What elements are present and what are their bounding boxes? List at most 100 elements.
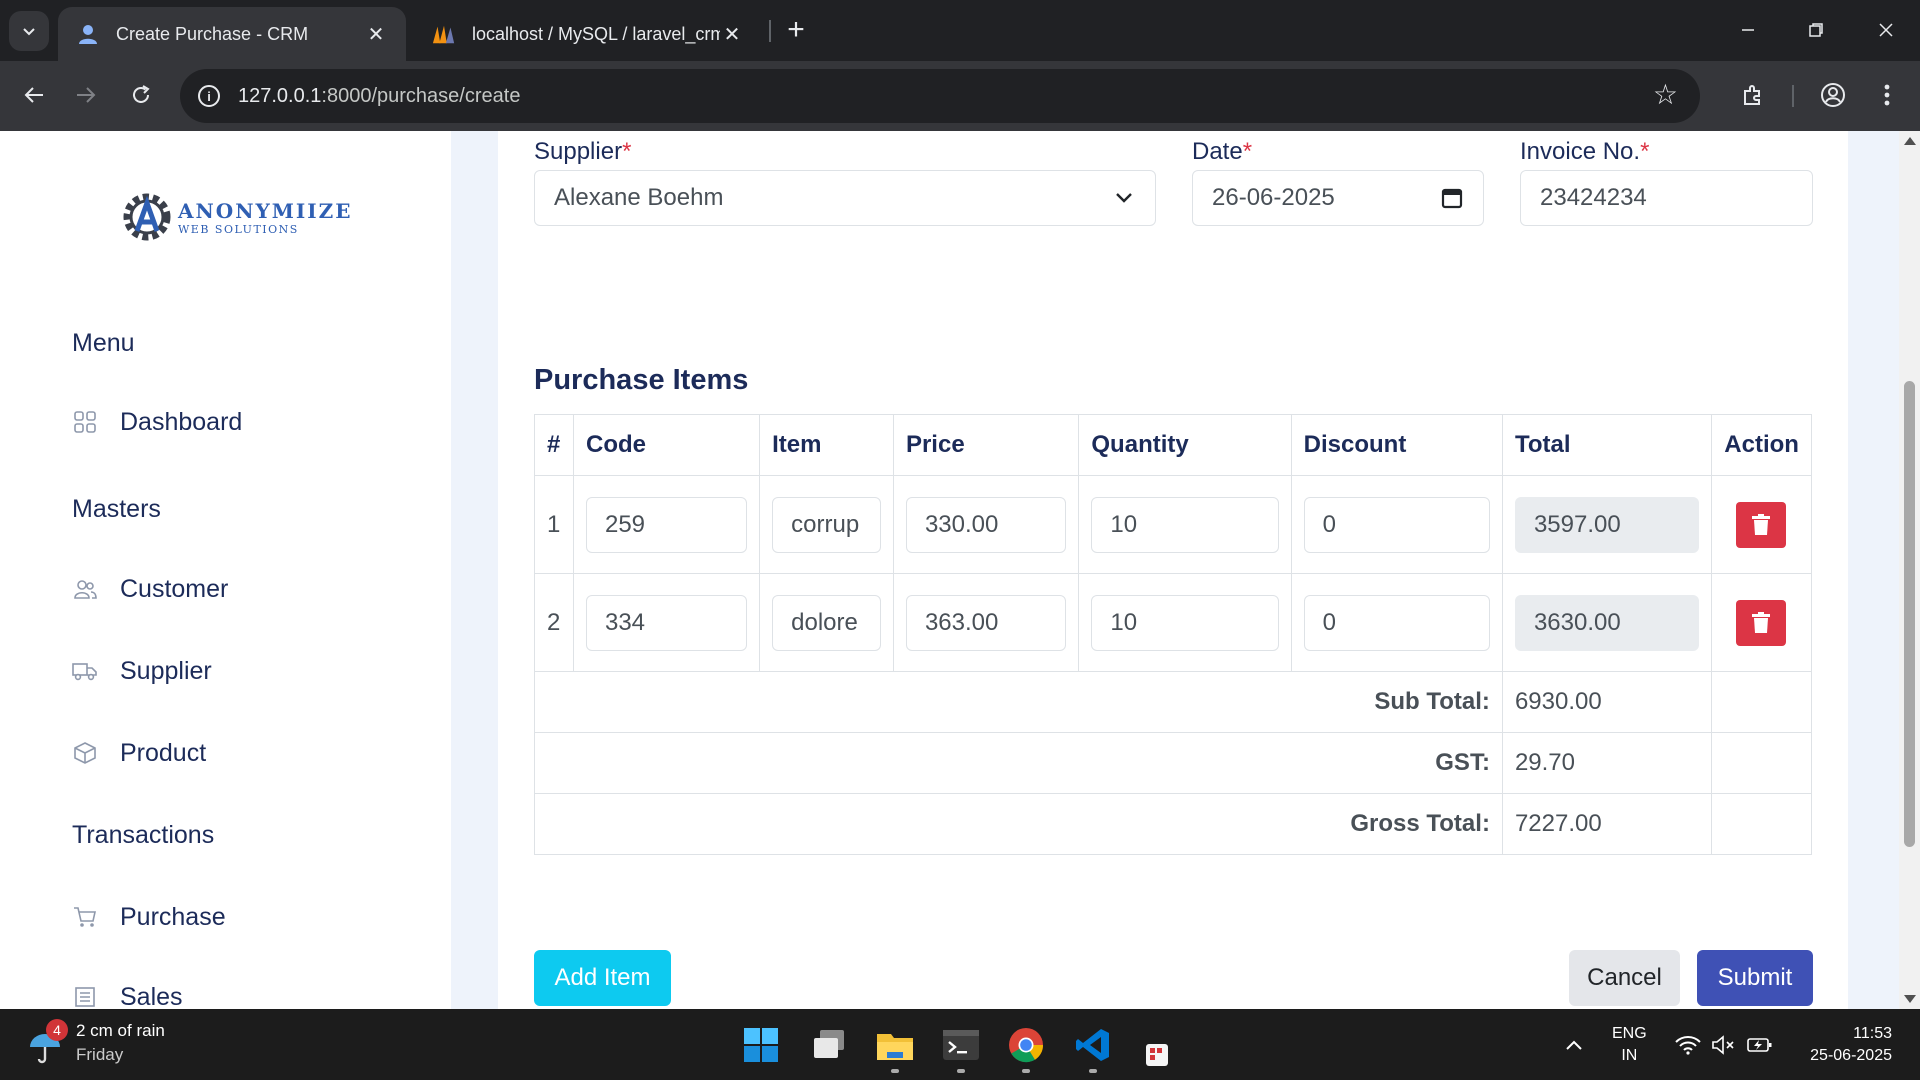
empty-cell [1711,732,1812,794]
gross-total-value: 7227.00 [1501,793,1713,855]
address-bar[interactable]: i 127.0.0.1:8000/purchase/create ☆ [180,69,1700,123]
more-vertical-icon [1884,84,1890,106]
snipping-tool-icon [1146,1044,1168,1066]
chevron-up-icon [1566,1040,1582,1050]
discount-input[interactable]: 0 [1303,496,1490,553]
invoice-number-field[interactable]: 23424234 [1520,170,1813,226]
weather-widget[interactable]: 4 2 cm of rain Friday [28,1019,165,1065]
tab-phpmyadmin[interactable]: localhost / MySQL / laravel_crm ✕ [414,7,762,61]
site-info-icon[interactable]: i [198,85,220,107]
reload-button[interactable] [121,75,161,115]
chrome-button[interactable] [1004,1023,1048,1073]
running-indicator [891,1069,899,1073]
supplier-label: Supplier* [534,138,632,165]
supplier-select[interactable]: Alexane Boehm [534,170,1156,226]
page-scrollbar[interactable] [1899,131,1920,1009]
clock-time: 11:53 [1853,1025,1892,1042]
sidebar-item-label: Sales [120,982,183,1010]
terminal-button[interactable] [939,1023,983,1073]
task-view-button[interactable] [807,1023,851,1067]
start-button[interactable] [739,1023,783,1067]
company-logo[interactable]: ANONYMIIZE WEB SOLUTIONS [120,187,350,247]
show-hidden-icons-button[interactable] [1552,1023,1596,1067]
discount-input[interactable]: 0 [1303,594,1490,651]
column-header: Code [572,414,761,476]
sidebar: ANONYMIIZE WEB SOLUTIONS Menu Dashboard … [0,131,451,1009]
snipping-tool-button[interactable] [1137,1023,1181,1067]
sidebar-item-purchase[interactable]: Purchase [72,897,412,937]
battery-charging-icon [1747,1038,1772,1052]
receipt-icon [72,984,98,1009]
system-clock[interactable]: 11:53 25-06-2025 [1810,1023,1892,1067]
close-window-button[interactable] [1858,8,1914,52]
file-explorer-button[interactable] [873,1023,917,1073]
browser-menu-button[interactable] [1867,75,1907,115]
puzzle-icon [1744,85,1760,105]
delete-row-button[interactable] [1736,501,1787,548]
code-input[interactable]: 334 [585,594,748,651]
back-button[interactable] [14,75,54,115]
running-indicator [957,1069,965,1073]
tab-create-purchase[interactable]: Create Purchase - CRM ✕ [58,7,406,61]
toolbar-divider [1792,85,1794,107]
sidebar-item-label: Supplier [120,656,212,685]
input-language-indicator[interactable]: ENG IN [1612,1023,1647,1067]
restore-button[interactable] [1788,8,1844,52]
sidebar-item-supplier[interactable]: Supplier [72,651,412,691]
sidebar-item-customer[interactable]: Customer [72,569,412,609]
task-view-icon [814,1030,844,1058]
users-icon [72,576,98,602]
date-field[interactable]: 26-06-2025 [1192,170,1484,226]
add-item-button[interactable]: Add Item [534,950,671,1006]
price-input[interactable]: 363.00 [905,594,1067,651]
close-tab-icon[interactable]: ✕ [364,22,388,46]
calendar-icon[interactable] [1439,185,1465,211]
battery-button[interactable] [1738,1023,1782,1067]
tab-search-button[interactable] [9,11,49,51]
price-input[interactable]: 330.00 [905,496,1067,553]
code-input[interactable]: 259 [585,496,748,553]
quantity-input[interactable]: 10 [1091,496,1279,553]
vscode-button[interactable] [1071,1023,1115,1073]
date-value: 26-06-2025 [1212,184,1335,211]
profile-button[interactable] [1813,75,1853,115]
quantity-input[interactable]: 10 [1091,594,1279,651]
truck-icon [72,658,98,684]
scroll-down-arrow-icon[interactable] [1904,995,1916,1003]
item-input[interactable]: dolore [772,594,881,651]
volume-muted-icon [1712,1035,1734,1055]
forward-button[interactable] [66,75,106,115]
sidebar-item-product[interactable]: Product [72,733,412,773]
table-row: 1 259 corrup 330.00 10 0 3597.00 [534,475,1812,574]
sidebar-item-dashboard[interactable]: Dashboard [72,402,412,442]
user-favicon-icon [76,22,100,46]
weather-badge: 4 [46,1019,68,1041]
item-input[interactable]: corrup [772,496,881,553]
gross-total-label: Gross Total: [534,793,1503,855]
subtotal-value: 6930.00 [1501,671,1713,733]
gst-row: GST: 29.70 [534,732,1812,794]
url-host: 127.0.0.1 [238,84,322,107]
bookmark-star-icon[interactable]: ☆ [1653,81,1678,109]
minimize-button[interactable] [1720,8,1776,52]
extensions-button[interactable] [1733,75,1773,115]
region-code: IN [1621,1047,1638,1064]
purchase-items-table: # Code Item Price Quantity Discount Tota… [534,414,1812,855]
menu-heading: Menu [72,329,135,357]
sidebar-item-sales[interactable]: Sales [72,977,412,1009]
scroll-up-arrow-icon[interactable] [1904,137,1916,145]
scrollbar-thumb[interactable] [1904,381,1915,847]
column-header: # [534,414,574,476]
account-circle-icon [1821,83,1845,107]
close-tab-icon[interactable]: ✕ [720,22,744,46]
delete-row-button[interactable] [1736,599,1787,646]
new-tab-button[interactable]: + [778,12,814,48]
empty-cell [1711,671,1812,733]
submit-button[interactable]: Submit [1697,950,1813,1006]
gst-label: GST: [534,732,1503,794]
gear-logo-icon [123,193,171,241]
folder-icon [877,1034,913,1060]
column-header: Item [759,414,894,476]
vscode-icon [1076,1029,1109,1061]
cancel-button[interactable]: Cancel [1569,950,1680,1006]
